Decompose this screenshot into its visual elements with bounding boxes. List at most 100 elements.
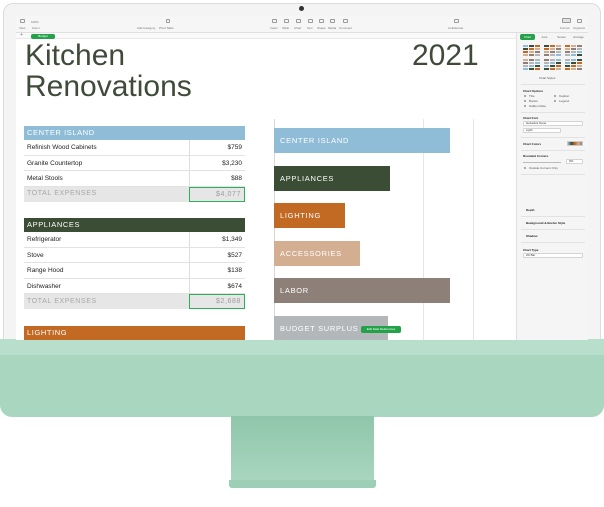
style-swatch: [523, 68, 528, 70]
zoom-value[interactable]: 100%: [31, 20, 39, 24]
chart-colors-picker[interactable]: [567, 141, 583, 146]
sidebar-view-icon[interactable]: [20, 19, 25, 23]
style-swatch: [550, 54, 555, 56]
chart-type-select[interactable]: 2D Bar: [523, 253, 583, 258]
chart-bar-center-island[interactable]: CENTER ISLAND: [274, 128, 450, 153]
style-swatch: [529, 48, 534, 50]
inspector-tabs: Chart Axis Series Arrange: [520, 34, 586, 40]
total-row[interactable]: TOTAL EXPENSES $4,077: [24, 186, 245, 202]
style-swatch: [550, 59, 555, 61]
total-row[interactable]: TOTAL EXPENSES $2,688: [24, 294, 245, 309]
row-label: Refinish Wood Cabinets: [27, 144, 97, 151]
style-swatch: [535, 54, 540, 56]
style-swatch: [523, 45, 528, 47]
style-swatch: [535, 59, 540, 61]
table-center-island[interactable]: CENTER ISLAND Refinish Wood Cabinets $759…: [24, 126, 245, 202]
rounded-corners-value[interactable]: 0%: [566, 159, 583, 164]
add-category-icon[interactable]: [166, 19, 170, 23]
text-icon[interactable]: [308, 19, 313, 23]
table-row[interactable]: Range Hood $138: [24, 263, 245, 279]
title-line-2: Renovations: [25, 70, 192, 103]
chart-bar-appliances[interactable]: APPLIANCES: [274, 166, 390, 191]
style-swatch: [544, 65, 549, 67]
style-swatch: [577, 59, 582, 61]
format-icon[interactable]: [562, 18, 571, 23]
hidden-data-checkbox[interactable]: [524, 105, 526, 107]
organize-label: Organize: [573, 26, 586, 30]
add-category-label: Add Category: [137, 26, 156, 30]
table-header[interactable]: APPLIANCES: [24, 218, 245, 232]
style-swatch: [550, 51, 555, 53]
style-swatch: [565, 48, 570, 50]
table-lighting[interactable]: LIGHTING: [24, 326, 245, 340]
chart-bar-accessories[interactable]: ACCESSORIES: [274, 241, 360, 266]
rounded-corners-slider[interactable]: [523, 162, 561, 163]
table-label: Table: [282, 26, 290, 30]
style-swatch: [577, 62, 582, 64]
legend-checkbox[interactable]: [554, 100, 556, 102]
chart-bar-lighting[interactable]: LIGHTING: [274, 203, 345, 228]
table-row[interactable]: Granite Countertop $3,230: [24, 155, 245, 171]
font-family-select[interactable]: Helvetica Neue: [523, 121, 583, 126]
numbers-app-window: View 100% Zoom Add Category Pivot Table …: [16, 16, 588, 340]
document-year[interactable]: 2021: [412, 40, 479, 71]
style-swatch: [550, 45, 555, 47]
font-weight-select[interactable]: Light: [523, 128, 561, 133]
tab-arrange[interactable]: Arrange: [571, 34, 586, 40]
tab-chart[interactable]: Chart: [520, 34, 535, 40]
style-swatch: [565, 68, 570, 70]
style-swatch: [535, 48, 540, 50]
outside-corners-checkbox[interactable]: [524, 167, 526, 169]
table-header[interactable]: CENTER ISLAND: [24, 126, 245, 140]
chart-style-swatches[interactable]: [523, 45, 583, 75]
tab-series[interactable]: Series: [554, 34, 569, 40]
view-label: View: [19, 26, 26, 30]
shadow-label[interactable]: Shadow: [526, 234, 538, 238]
background-border-label[interactable]: Background & Border Style: [526, 221, 565, 225]
comment-icon[interactable]: [343, 19, 348, 23]
total-value[interactable]: $4,077: [189, 186, 245, 202]
caption-option: Caption: [559, 94, 570, 98]
style-swatch: [544, 45, 549, 47]
chart-bar-labor[interactable]: LABOR: [274, 278, 450, 303]
table-row[interactable]: Refinish Wood Cabinets $759: [24, 140, 245, 156]
shape-icon[interactable]: [319, 19, 324, 23]
organize-icon[interactable]: [577, 19, 582, 23]
media-icon[interactable]: [330, 19, 335, 23]
style-swatch: [571, 48, 576, 50]
table-appliances[interactable]: APPLIANCES Refrigerator $1,349 Stove $527 …: [24, 218, 245, 309]
column-divider: [189, 263, 190, 278]
style-swatch: [577, 65, 582, 67]
edit-data-references-button[interactable]: Edit Data References: [361, 326, 401, 333]
chart-icon[interactable]: [296, 19, 301, 23]
sheet-tab-budget[interactable]: Budget: [31, 33, 55, 39]
insert-label: Insert: [270, 26, 278, 30]
style-swatch: [556, 59, 561, 61]
table-header[interactable]: LIGHTING: [24, 326, 245, 340]
row-value: $759: [227, 144, 242, 151]
total-value[interactable]: $2,688: [189, 294, 245, 309]
depth-label[interactable]: Depth: [526, 208, 535, 212]
display-stand: [231, 416, 374, 482]
add-sheet-button[interactable]: +: [20, 32, 23, 38]
table-row[interactable]: Refrigerator $1,349: [24, 232, 245, 248]
style-swatch: [529, 54, 534, 56]
border-checkbox[interactable]: [524, 100, 526, 102]
table-row[interactable]: Dishwasher $674: [24, 278, 245, 294]
insert-icon[interactable]: [272, 19, 277, 23]
chart-styles-label: Chart Styles: [539, 76, 556, 80]
tab-axis[interactable]: Axis: [537, 34, 552, 40]
style-swatch: [577, 68, 582, 70]
toolbar: View 100% Zoom Add Category Pivot Table …: [16, 16, 588, 33]
pivot-table-label: Pivot Table: [159, 26, 174, 30]
title-checkbox[interactable]: [524, 95, 526, 97]
table-row[interactable]: Stove $527: [24, 247, 245, 263]
style-swatch: [571, 51, 576, 53]
caption-checkbox[interactable]: [554, 95, 556, 97]
style-swatch: [535, 68, 540, 70]
bar-chart[interactable]: CENTER ISLAND APPLIANCES LIGHTING ACCESSORI…: [274, 119, 490, 340]
table-icon[interactable]: [284, 19, 289, 23]
document-title[interactable]: Kitchen Renovations: [25, 40, 192, 102]
table-row[interactable]: Metal Stools $88: [24, 171, 245, 187]
collaborate-icon[interactable]: [454, 19, 459, 23]
